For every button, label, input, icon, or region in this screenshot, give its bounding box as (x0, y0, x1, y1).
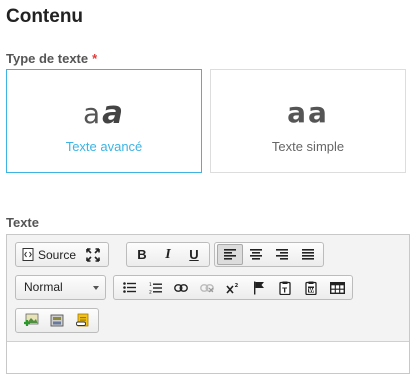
text-type-simple-option[interactable]: aa Texte simple (210, 69, 406, 173)
source-group: Source (15, 242, 110, 267)
paste-word-button[interactable]: W (298, 277, 324, 298)
maximize-icon (86, 247, 100, 262)
flag-anchor-icon (253, 281, 265, 295)
format-select[interactable]: Normal (15, 275, 106, 300)
page-title: Contenu (6, 6, 84, 27)
italic-button[interactable]: I (155, 244, 181, 265)
type-field-label: Type de texte * (6, 51, 97, 66)
bulleted-list-button[interactable] (116, 277, 142, 298)
text-type-advanced-option[interactable]: aa Texte avancé (6, 69, 202, 173)
maximize-button[interactable] (80, 244, 106, 265)
justify-button[interactable] (295, 244, 321, 265)
advanced-text-caption: Texte avancé (65, 139, 143, 154)
align-center-button[interactable] (243, 244, 269, 265)
svg-text:2: 2 (149, 289, 152, 294)
svg-text:1: 1 (149, 282, 152, 288)
advanced-text-glyph: aa (82, 95, 126, 131)
unlink-button[interactable] (194, 277, 220, 298)
anchor-button[interactable] (246, 277, 272, 298)
align-right-icon (276, 249, 288, 260)
alignment-group (214, 242, 324, 267)
insert-media-button[interactable] (44, 310, 70, 331)
source-label: Source (38, 247, 77, 262)
insert-file-icon (75, 313, 91, 328)
superscript-button[interactable]: 2 (220, 277, 246, 298)
insert-media-icon (49, 313, 65, 328)
superscript-icon: 2 (226, 282, 240, 294)
numbered-list-button[interactable]: 12 (142, 277, 168, 298)
svg-text:T: T (282, 286, 287, 294)
align-left-button[interactable] (217, 244, 243, 265)
link-button[interactable] (168, 277, 194, 298)
editor-toolbar: Source B I U Normal 1 2 2 T W (7, 235, 409, 342)
unlink-icon (200, 283, 214, 293)
simple-text-glyph: aa (287, 96, 329, 129)
table-icon (329, 281, 345, 294)
simple-text-caption: Texte simple (271, 139, 345, 154)
chevron-down-icon (93, 286, 99, 290)
bold-button[interactable]: B (129, 244, 155, 265)
link-icon (174, 283, 188, 292)
insert-image-icon (23, 313, 39, 328)
align-center-icon (250, 249, 262, 260)
editor-content-area[interactable] (7, 342, 409, 373)
basic-styles-group: B I U (126, 242, 210, 267)
align-right-button[interactable] (269, 244, 295, 265)
format-select-value: Normal (24, 280, 63, 294)
paste-text-icon: T (279, 281, 291, 295)
source-button[interactable]: Source (18, 244, 80, 265)
required-marker: * (92, 51, 98, 66)
type-field-label-text: Type de texte (6, 51, 89, 66)
table-button[interactable] (324, 277, 350, 298)
insert-tools-group: 12 2 T W (113, 275, 353, 300)
svg-text:2: 2 (235, 283, 239, 289)
text-field-label: Texte (6, 215, 39, 230)
media-group (15, 308, 99, 333)
numbered-list-icon: 12 (149, 282, 162, 294)
underline-button[interactable]: U (181, 244, 207, 265)
paste-text-button[interactable]: T (272, 277, 298, 298)
insert-image-button[interactable] (18, 310, 44, 331)
align-left-icon (224, 249, 236, 260)
svg-text:W: W (308, 287, 314, 293)
insert-file-button[interactable] (70, 310, 96, 331)
source-code-icon (22, 248, 34, 261)
rich-text-editor: Source B I U Normal 1 2 2 T W (6, 234, 410, 374)
bulleted-list-icon (122, 282, 136, 293)
paste-word-icon: W (305, 281, 317, 295)
justify-icon (302, 249, 314, 260)
